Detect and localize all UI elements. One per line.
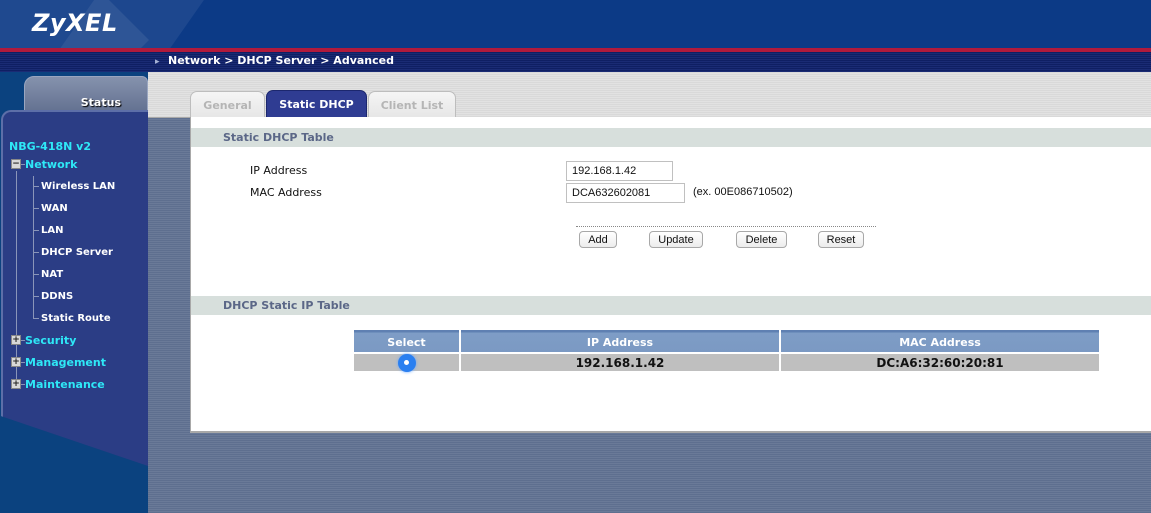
plus-box-icon[interactable]: +: [11, 357, 21, 367]
tree-connector: [33, 251, 39, 253]
minus-box-icon[interactable]: −: [11, 159, 21, 169]
table-row-mac: DC:A6:32:60:20:81: [781, 354, 1099, 371]
tree-connector: [33, 229, 39, 231]
delete-button[interactable]: Delete: [736, 231, 787, 248]
sidebar-item-wan[interactable]: WAN: [33, 201, 68, 215]
sidebar-group-label: Network: [25, 157, 78, 171]
arrow-bullet-icon: ▸: [155, 57, 160, 67]
sidebar-item-label: Wireless LAN: [41, 180, 116, 192]
sidebar-item-label: NAT: [41, 268, 64, 280]
tree-line: [16, 171, 17, 383]
tree-connector: [33, 207, 39, 209]
row-select-radio[interactable]: [397, 353, 416, 372]
tree-connector: [33, 295, 39, 297]
add-button[interactable]: Add: [579, 231, 617, 248]
zyxel-logo: ZyXEL: [32, 9, 118, 37]
sidebar-group-label: Security: [25, 333, 77, 347]
radio-dot: [404, 360, 409, 365]
sidebar-group-network[interactable]: − Network: [11, 157, 77, 171]
sidebar-item-static-route[interactable]: Static Route: [33, 311, 111, 325]
section-title: Static DHCP Table: [223, 131, 334, 144]
sidebar-item-nat[interactable]: NAT: [33, 267, 63, 281]
sidebar-group-label: Maintenance: [25, 377, 105, 391]
column-header-select: Select: [354, 330, 459, 352]
sidebar-group-label: Management: [25, 355, 106, 369]
sidebar-item-label: DHCP Server: [41, 246, 113, 258]
sidebar-item-ddns[interactable]: DDNS: [33, 289, 73, 303]
tree-connector: [33, 185, 39, 187]
breadcrumb: Network > DHCP Server > Advanced: [168, 54, 394, 67]
section-title: DHCP Static IP Table: [223, 299, 350, 312]
plus-box-icon[interactable]: +: [11, 335, 21, 345]
sidebar-item-label: DDNS: [41, 290, 74, 302]
sidebar-group-security[interactable]: + Security: [11, 333, 76, 347]
tab-static-dhcp[interactable]: Static DHCP: [266, 90, 367, 118]
sidebar-item-wireless-lan[interactable]: Wireless LAN: [33, 179, 115, 193]
plus-box-icon[interactable]: +: [11, 379, 21, 389]
mac-address-label: MAC Address: [250, 186, 322, 199]
ip-address-label: IP Address: [250, 164, 308, 177]
tree-connector: [33, 317, 39, 319]
update-button[interactable]: Update: [649, 231, 703, 248]
reset-button[interactable]: Reset: [818, 231, 864, 248]
sidebar-group-management[interactable]: + Management: [11, 355, 106, 369]
sidebar-item-dhcp-server[interactable]: DHCP Server: [33, 245, 113, 259]
sidebar-item-label: WAN: [41, 202, 68, 214]
mac-address-input[interactable]: DCA632602081: [566, 183, 685, 203]
status-label: Status: [80, 96, 121, 109]
sidebar-item-label: LAN: [41, 224, 64, 236]
divider: [576, 226, 876, 227]
column-header-ip-address: IP Address: [461, 330, 779, 352]
device-model: NBG-418N v2: [9, 140, 92, 153]
sidebar-item-lan[interactable]: LAN: [33, 223, 63, 237]
table-row-select-cell: [354, 353, 459, 372]
app-header: ZyXEL: [0, 0, 1151, 48]
static-ip-table-header: DHCP Static IP Table: [191, 296, 1151, 315]
mac-example-hint: (ex. 00E086710502): [693, 186, 793, 198]
ip-address-input[interactable]: 192.168.1.42: [566, 161, 673, 181]
sidebar-group-maintenance[interactable]: + Maintenance: [11, 377, 105, 391]
tab-general[interactable]: General: [190, 91, 265, 118]
tree-connector: [33, 273, 39, 275]
tab-client-list[interactable]: Client List: [368, 91, 456, 118]
column-header-mac-address: MAC Address: [781, 330, 1099, 352]
table-row-ip: 192.168.1.42: [461, 354, 779, 371]
sidebar-item-label: Static Route: [41, 312, 111, 324]
static-dhcp-table-header: Static DHCP Table: [191, 128, 1151, 147]
